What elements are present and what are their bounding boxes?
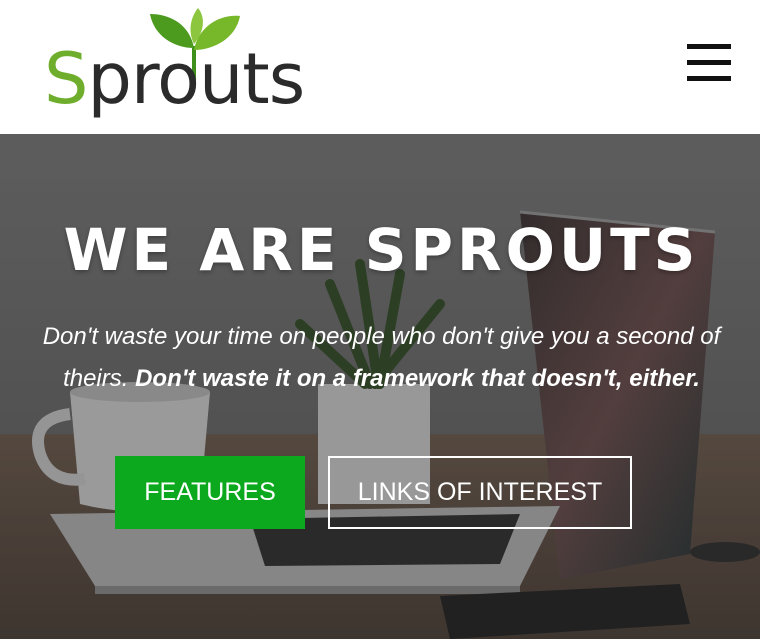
hero-subtitle: Don't waste your time on people who don'… (20, 316, 743, 400)
menu-bar (687, 44, 731, 49)
hero-section: WE ARE SPROUTS Don't waste your time on … (0, 134, 763, 639)
links-of-interest-button[interactable]: LINKS OF INTEREST (328, 456, 632, 529)
hero-subtitle-bold: Don't waste it on a framework that doesn… (135, 365, 700, 392)
logo-wordmark: Sprouts (44, 38, 305, 120)
features-button[interactable]: FEATURES (115, 456, 305, 529)
menu-bar (687, 60, 731, 65)
sprouts-logo[interactable]: Sprouts (44, 8, 305, 128)
menu-bar (687, 76, 731, 81)
hamburger-menu-icon[interactable] (687, 44, 731, 84)
page: Sprouts WE ARE SPROUTS Don't waste your … (0, 0, 763, 639)
site-header: Sprouts (0, 0, 763, 134)
hero-title: WE ARE SPROUTS (63, 216, 700, 284)
